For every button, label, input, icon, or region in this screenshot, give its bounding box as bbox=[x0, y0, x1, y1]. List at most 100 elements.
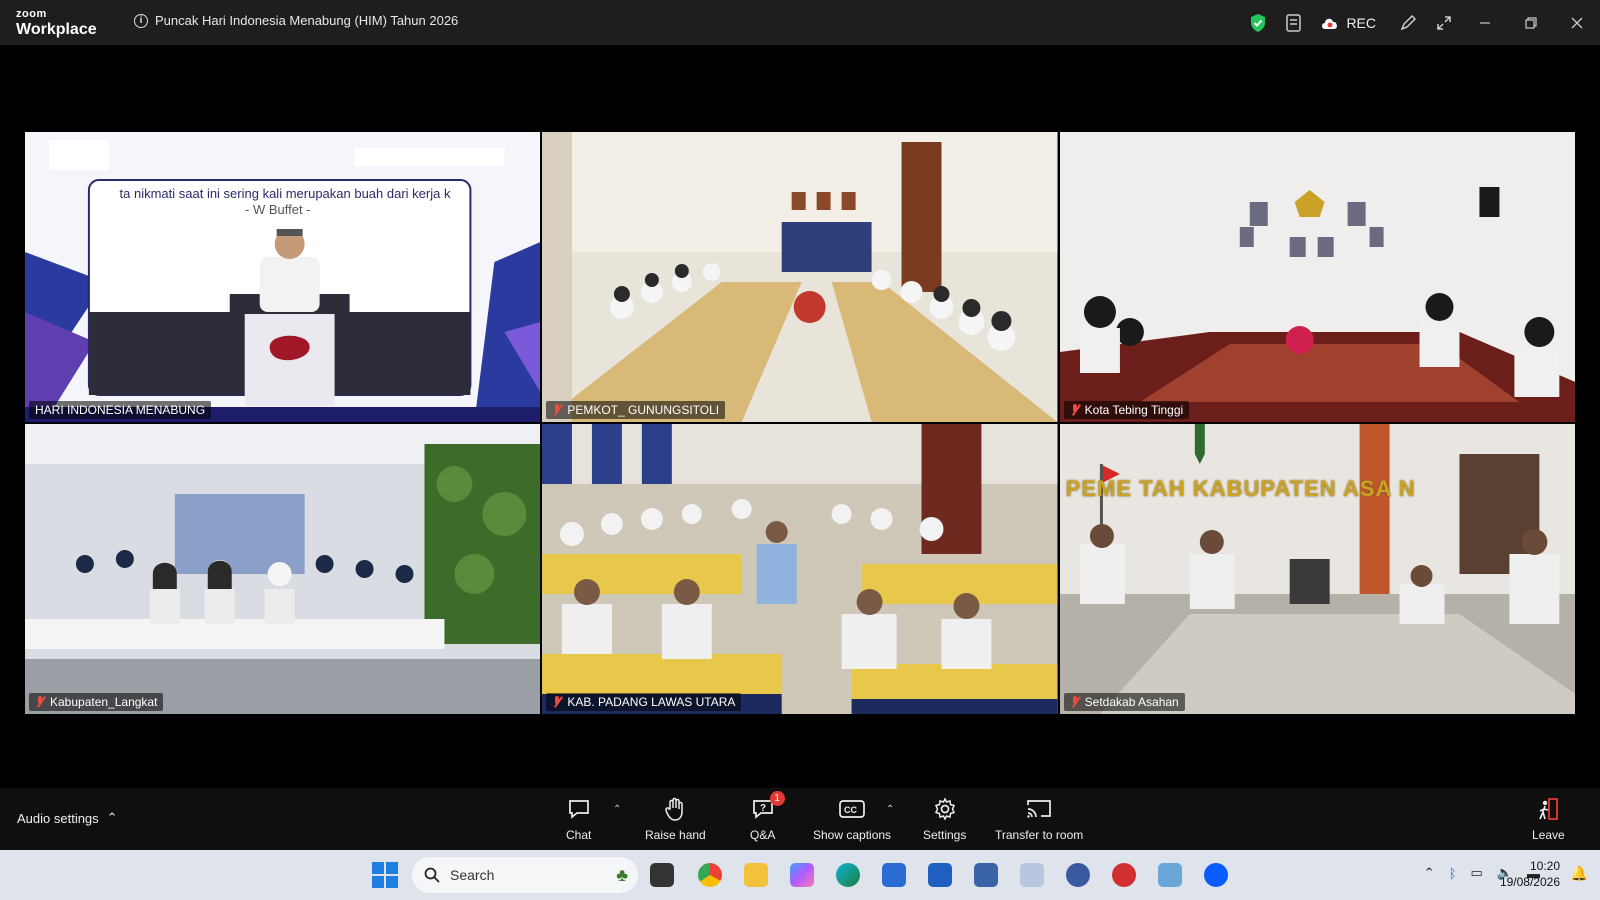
copilot-icon[interactable] bbox=[790, 863, 814, 887]
gear-icon bbox=[933, 796, 957, 822]
meeting-toolbar: Audio settings ⌃ Chat ⌃ Raise hand ? 1 Q… bbox=[0, 788, 1600, 850]
presentation-video bbox=[25, 132, 541, 422]
clock-date: 19/08/2026 bbox=[1499, 875, 1560, 889]
participant-name: PEMKOT_ GUNUNGSITOLI bbox=[567, 403, 720, 417]
participant-name: Kabupaten_Langkat bbox=[50, 695, 158, 709]
file-explorer-icon[interactable] bbox=[744, 863, 768, 887]
transfer-to-room-button[interactable]: Transfer to room bbox=[995, 796, 1083, 842]
close-button[interactable] bbox=[1554, 0, 1600, 45]
raise-hand-button[interactable]: Raise hand bbox=[645, 796, 706, 842]
participant-video bbox=[542, 132, 1058, 422]
show-captions-button[interactable]: CC Show captions bbox=[813, 796, 891, 842]
participant-video bbox=[1059, 424, 1575, 714]
video-tile[interactable]: KAB. PADANG LAWAS UTARA bbox=[542, 424, 1058, 714]
participant-name: KAB. PADANG LAWAS UTARA bbox=[567, 695, 736, 709]
moon-app-icon[interactable] bbox=[1066, 863, 1090, 887]
qa-icon: ? 1 bbox=[751, 791, 785, 822]
notes-icon[interactable] bbox=[1276, 5, 1312, 41]
desktop-app-icon[interactable] bbox=[1158, 863, 1182, 887]
svg-text:CC: CC bbox=[844, 805, 857, 815]
recording-indicator[interactable]: REC bbox=[1320, 15, 1376, 31]
minimize-button[interactable] bbox=[1462, 0, 1508, 45]
participant-name-tag: HARI INDONESIA MENABUNG bbox=[29, 401, 212, 419]
video-gallery: ta nikmati saat ini sering kali merupaka… bbox=[25, 132, 1575, 714]
captions-icon: CC bbox=[839, 796, 865, 822]
audio-settings-button[interactable]: Audio settings ⌃ bbox=[17, 810, 118, 826]
clock-time: 10:20 bbox=[1529, 859, 1560, 873]
network-app-icon[interactable] bbox=[974, 863, 998, 887]
cloud-record-icon bbox=[1322, 18, 1338, 29]
participant-video bbox=[542, 424, 1058, 714]
chevron-up-icon[interactable]: ⌃ bbox=[1424, 865, 1435, 881]
slide-caption: - W Buffet - bbox=[245, 202, 311, 217]
app-logo: zoom Workplace bbox=[16, 9, 97, 38]
qa-button[interactable]: ? 1 Q&A bbox=[750, 791, 785, 842]
bluetooth-icon[interactable]: ᛒ bbox=[1449, 866, 1457, 881]
video-tile[interactable]: Kota Tebing Tinggi bbox=[1059, 132, 1575, 422]
pen-app-icon[interactable] bbox=[928, 863, 952, 887]
info-icon[interactable]: i bbox=[134, 13, 148, 28]
restore-icon bbox=[1525, 16, 1537, 29]
chat-label: Chat bbox=[566, 828, 592, 842]
participant-name-tag: Setdakab Asahan bbox=[1063, 693, 1185, 711]
participant-name: HARI INDONESIA MENABUNG bbox=[35, 403, 206, 417]
mic-muted-icon bbox=[1070, 404, 1080, 416]
tree-widget-icon: ♣ bbox=[616, 864, 628, 885]
taskbar-search[interactable]: Search ♣ bbox=[412, 857, 638, 893]
windows-start-icon[interactable] bbox=[372, 862, 398, 888]
participant-video bbox=[25, 424, 541, 714]
settings-button[interactable]: Settings bbox=[923, 796, 966, 842]
participant-name-tag: PEMKOT_ GUNUNGSITOLI bbox=[546, 401, 726, 419]
mic-muted-icon bbox=[552, 404, 562, 416]
restore-button[interactable] bbox=[1508, 0, 1554, 45]
os-taskbar: Search ♣ ⌃ ᛒ ▭ 🔈 ▬ 10:20 19/08/2026 🔔 bbox=[0, 850, 1600, 900]
video-tile[interactable]: ta nikmati saat ini sering kali merupaka… bbox=[25, 132, 541, 422]
shield-icon[interactable] bbox=[1240, 5, 1276, 41]
transfer-label: Transfer to room bbox=[995, 828, 1084, 842]
wall-sign-text: PEME TAH KABUPATEN ASA N bbox=[1065, 476, 1416, 501]
slide-quote: ta nikmati saat ini sering kali merupaka… bbox=[119, 186, 451, 201]
chrome-icon[interactable] bbox=[698, 863, 722, 887]
leave-icon bbox=[1536, 796, 1560, 822]
chat-button[interactable]: Chat bbox=[566, 796, 591, 842]
captions-options-chevron-icon[interactable]: ⌃ bbox=[886, 804, 894, 815]
mic-muted-icon bbox=[552, 696, 562, 708]
store-icon[interactable] bbox=[882, 863, 906, 887]
meeting-title: Puncak Hari Indonesia Menabung (HIM) Tah… bbox=[155, 13, 459, 28]
network-icon[interactable]: ▭ bbox=[1471, 865, 1483, 881]
brand-bottom: Workplace bbox=[16, 21, 97, 38]
title-bar: zoom Workplace i Puncak Hari Indonesia M… bbox=[0, 0, 1600, 45]
svg-text:?: ? bbox=[760, 803, 766, 814]
video-tile[interactable]: PEMKOT_ GUNUNGSITOLI bbox=[542, 132, 1058, 422]
qa-label: Q&A bbox=[750, 828, 776, 842]
taskbar-clock[interactable]: 10:20 19/08/2026 bbox=[1500, 858, 1560, 890]
show-captions-label: Show captions bbox=[813, 828, 892, 842]
zoom-taskbar-icon[interactable] bbox=[1204, 863, 1228, 887]
chat-icon bbox=[567, 796, 591, 822]
chat-options-chevron-icon[interactable]: ⌃ bbox=[613, 804, 621, 815]
record-app-icon[interactable] bbox=[1112, 863, 1136, 887]
participant-name-tag: Kota Tebing Tinggi bbox=[1063, 401, 1190, 419]
raise-hand-label: Raise hand bbox=[645, 828, 706, 842]
minimize-icon bbox=[1480, 21, 1490, 24]
qa-badge: 1 bbox=[769, 791, 785, 806]
notification-bell-icon[interactable]: 🔔 bbox=[1571, 865, 1588, 882]
mic-muted-icon bbox=[1070, 696, 1080, 708]
settings-label: Settings bbox=[923, 828, 967, 842]
video-tile[interactable]: Kabupaten_Langkat bbox=[25, 424, 541, 714]
rec-label: REC bbox=[1346, 14, 1376, 31]
task-view-icon[interactable] bbox=[650, 863, 674, 887]
snipping-tool-icon[interactable] bbox=[1020, 863, 1044, 887]
leave-button[interactable]: Leave bbox=[1532, 796, 1565, 842]
annotate-icon[interactable] bbox=[1390, 5, 1426, 41]
close-icon bbox=[1571, 17, 1583, 28]
hand-icon bbox=[664, 796, 686, 822]
video-tile[interactable]: PEME TAH KABUPATEN ASA N Setdakab Asahan bbox=[1059, 424, 1575, 714]
edge-icon[interactable] bbox=[836, 863, 860, 887]
participant-name-tag: Kabupaten_Langkat bbox=[29, 693, 164, 711]
leave-label: Leave bbox=[1532, 828, 1565, 842]
search-icon bbox=[424, 867, 440, 883]
meeting-info[interactable]: i Puncak Hari Indonesia Menabung (HIM) T… bbox=[134, 13, 458, 28]
chevron-up-icon: ⌃ bbox=[106, 810, 118, 825]
fullscreen-icon[interactable] bbox=[1426, 5, 1462, 41]
